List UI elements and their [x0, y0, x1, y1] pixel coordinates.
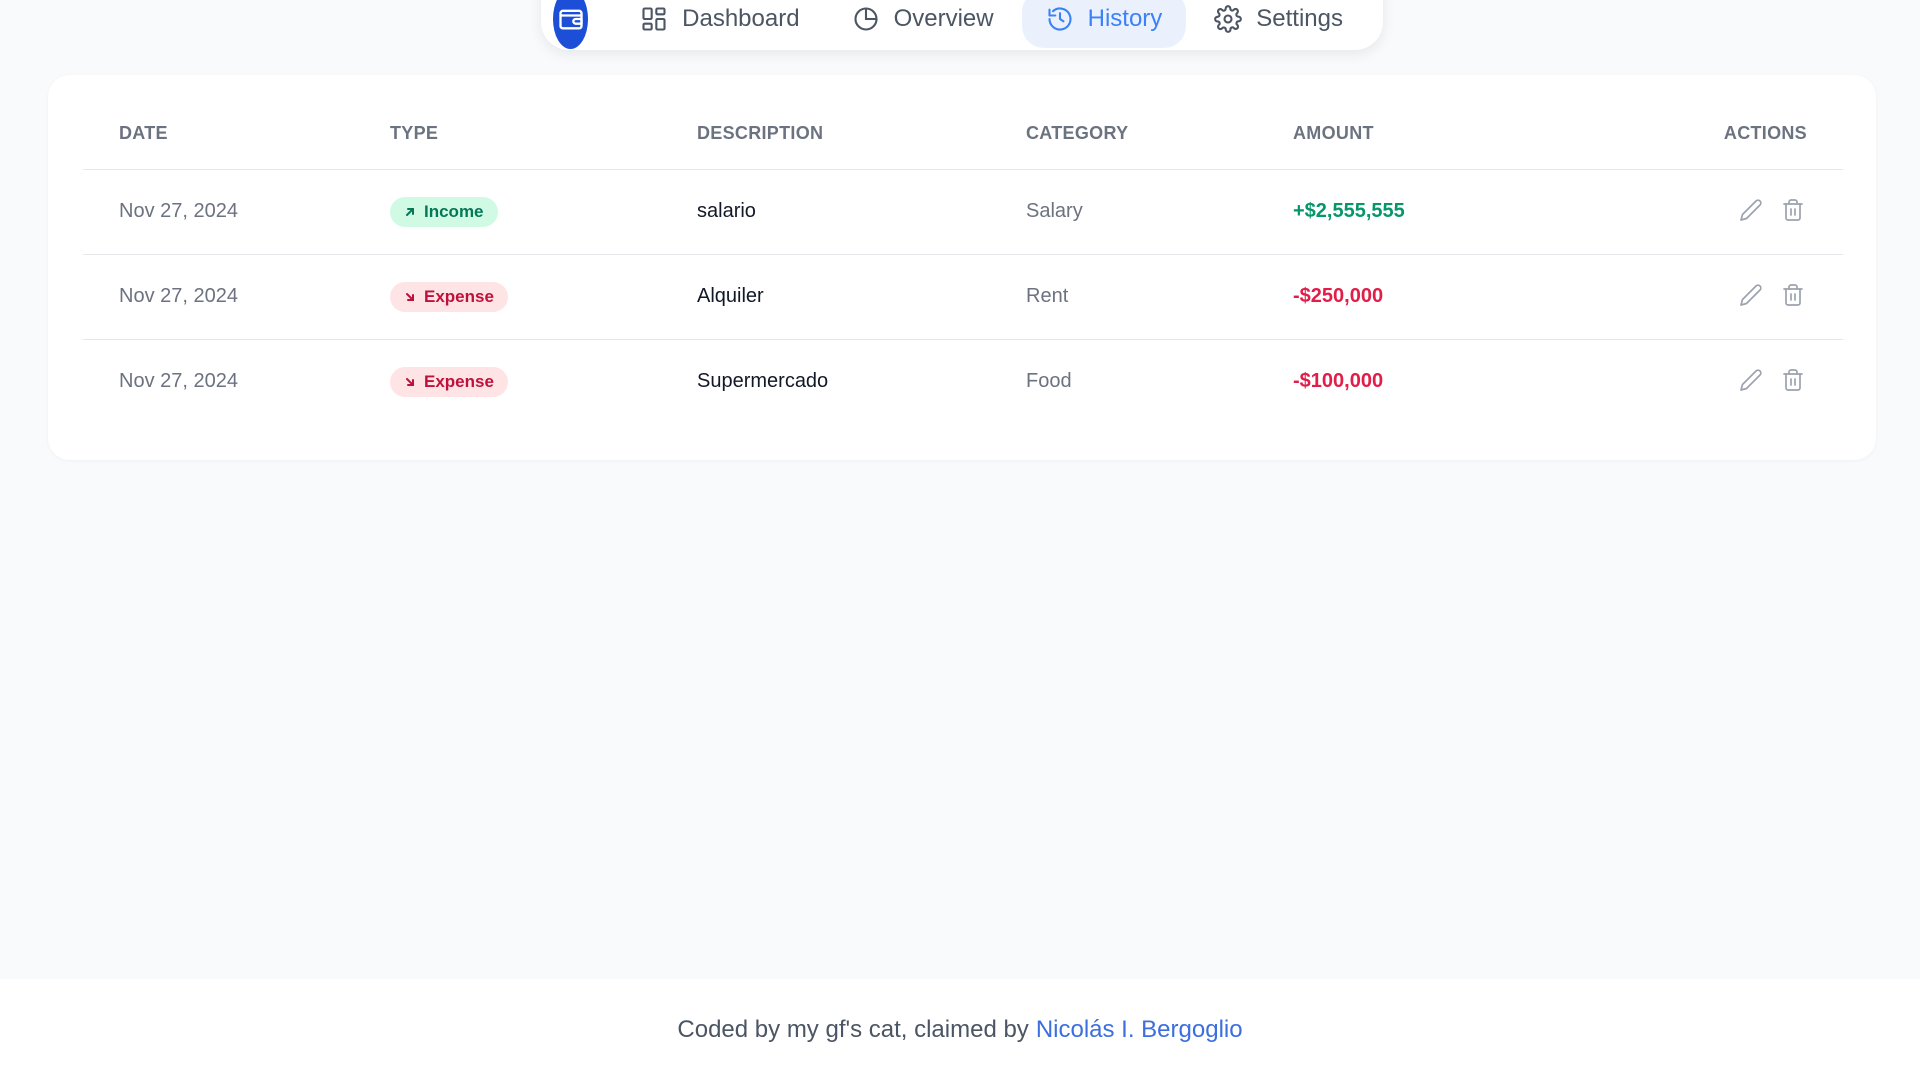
expense-badge: Expense [390, 281, 508, 312]
description-cell: salario [697, 169, 1026, 255]
category-cell: Rent [1026, 254, 1293, 340]
table-header-row: DATE TYPE DESCRIPTION CATEGORY AMOUNT AC… [83, 123, 1843, 170]
wallet-icon [558, 9, 583, 30]
date-cell: Nov 27, 2024 [83, 254, 390, 340]
header-category[interactable]: CATEGORY [1026, 123, 1293, 170]
header-type[interactable]: TYPE [390, 123, 697, 170]
arrow-down-right-icon [406, 292, 414, 301]
table-row: Nov 27, 2024 Expense Supermercado Food -… [83, 339, 1843, 424]
trash-icon [1783, 368, 1803, 391]
delete-button[interactable] [1779, 281, 1807, 309]
date-cell: Nov 27, 2024 [119, 370, 238, 393]
delete-button[interactable] [1779, 366, 1807, 394]
pencil-icon [1740, 369, 1763, 391]
nav-item-label: Dashboard [682, 5, 800, 32]
type-cell: Expense [390, 339, 697, 424]
footer: Coded by my gf's cat, claimed by Nicolás… [0, 979, 1920, 1080]
description-cell: Alquiler [697, 254, 1026, 340]
nav-item-history[interactable]: History [1021, 0, 1187, 48]
income-badge: Income [390, 196, 498, 227]
arrow-down-right-icon [406, 377, 414, 386]
category-cell: Salary [1026, 169, 1293, 255]
actions-cell [1593, 339, 1843, 424]
header-amount[interactable]: AMOUNT [1293, 123, 1593, 170]
pencil-icon [1740, 283, 1763, 306]
nav-item-label: Settings [1256, 5, 1343, 32]
nav-item-dashboard[interactable]: Dashboard [616, 0, 823, 48]
table-row: Nov 27, 2024 Expense Alquiler Rent -$250… [83, 254, 1843, 340]
grid-icon [642, 7, 666, 31]
expense-badge: Expense [390, 366, 508, 397]
edit-button[interactable] [1737, 196, 1765, 224]
amount-cell: -$250,000 [1293, 254, 1593, 340]
history-icon [1048, 7, 1072, 31]
delete-button[interactable] [1779, 196, 1807, 224]
type-cell: Expense [390, 254, 697, 340]
wallet-logo-button[interactable] [553, 0, 589, 49]
amount-cell: -$100,000 [1293, 370, 1384, 393]
nav-item-overview[interactable]: Overview [828, 0, 1018, 48]
gear-icon [1214, 5, 1243, 33]
badge-label: Income [424, 201, 484, 221]
actions-cell [1593, 169, 1843, 255]
trash-icon [1783, 283, 1803, 306]
date-cell: Nov 27, 2024 [83, 169, 390, 255]
badge-label: Expense [424, 286, 494, 306]
pencil-icon [1740, 198, 1763, 221]
header-date[interactable]: DATE [83, 123, 390, 170]
footer-text: Coded by my gf's cat, claimed by [677, 1015, 1029, 1043]
top-nav: Dashboard Overview History Settings [541, 0, 1383, 50]
header-description[interactable]: DESCRIPTION [697, 123, 1026, 170]
header-actions: ACTIONS [1593, 123, 1843, 170]
trash-icon [1783, 198, 1803, 221]
nav-item-label: Overview [893, 5, 994, 32]
type-cell: Income [390, 169, 697, 255]
transactions-card: DATE TYPE DESCRIPTION CATEGORY AMOUNT AC… [48, 75, 1876, 460]
transactions-table: DATE TYPE DESCRIPTION CATEGORY AMOUNT AC… [83, 123, 1843, 424]
nav-item-settings[interactable]: Settings [1190, 0, 1367, 48]
table-row: Nov 27, 2024 Income salario Salary +$2,5… [83, 169, 1843, 255]
author-link[interactable]: Nicolás I. Bergoglio [1036, 1016, 1243, 1044]
badge-label: Expense [424, 371, 494, 391]
arrow-up-right-icon [406, 207, 414, 216]
edit-button[interactable] [1737, 281, 1765, 309]
pie-chart-icon [854, 7, 878, 31]
nav-item-label: History [1087, 5, 1163, 32]
edit-button[interactable] [1737, 366, 1765, 394]
amount-cell: +$2,555,555 [1293, 169, 1593, 255]
description-cell: Supermercado [697, 370, 829, 393]
category-cell: Food [1026, 370, 1072, 393]
actions-cell [1593, 254, 1843, 340]
